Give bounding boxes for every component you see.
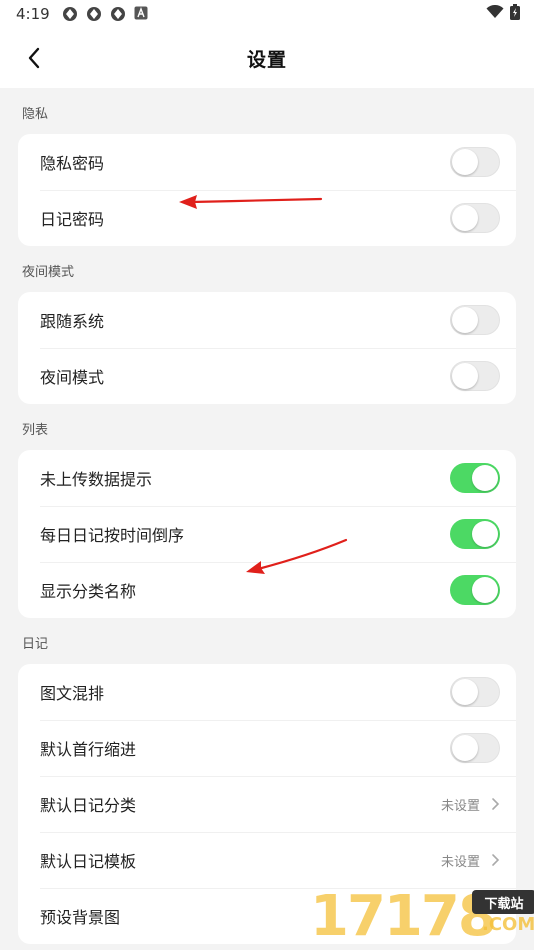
annotation-arrow-2 — [246, 538, 348, 574]
row-follow-system: 跟随系统 — [18, 292, 516, 348]
row-label: 夜间模式 — [40, 368, 105, 387]
toggle-show-category-name[interactable] — [450, 575, 500, 605]
row-default-category[interactable]: 默认日记分类 未设置 — [18, 776, 516, 832]
section-label-night: 夜间模式 — [22, 265, 75, 280]
toggle-knob — [452, 735, 478, 761]
back-button[interactable] — [22, 46, 46, 70]
settings-content: 隐私 隐私密码 日记密码 夜间模式 跟随系统 夜间模式 列表 未上传数据提示 每… — [0, 88, 534, 944]
row-label: 显示分类名称 — [40, 582, 137, 601]
row-label: 默认日记模板 — [40, 852, 137, 871]
app-icon-1 — [62, 6, 78, 22]
row-unuploaded-hint: 未上传数据提示 — [18, 450, 516, 506]
section-label-list: 列表 — [22, 423, 49, 438]
watermark-text: 17178 — [310, 884, 497, 949]
row-label: 隐私密码 — [40, 154, 105, 173]
status-right — [486, 4, 520, 24]
row-value: 未设置 — [440, 854, 480, 870]
row-label: 跟随系统 — [40, 312, 105, 331]
toggle-knob — [452, 307, 478, 333]
card-list: 未上传数据提示 每日日记按时间倒序 显示分类名称 — [18, 450, 516, 618]
watermark-domain: .COM — [482, 914, 534, 935]
section-label-privacy: 隐私 — [22, 107, 49, 122]
toggle-knob — [472, 577, 498, 603]
toggle-night-mode[interactable] — [450, 361, 500, 391]
toggle-mixed-layout[interactable] — [450, 677, 500, 707]
annotation-arrow-1 — [179, 195, 323, 209]
toggle-first-line-indent[interactable] — [450, 733, 500, 763]
card-night: 跟随系统 夜间模式 — [18, 292, 516, 404]
status-bar: 4:19 — [0, 0, 534, 28]
toggle-knob — [452, 205, 478, 231]
row-label: 图文混排 — [40, 684, 105, 703]
toggle-follow-system[interactable] — [450, 305, 500, 335]
toggle-knob — [452, 149, 478, 175]
a-notification-icon — [134, 6, 150, 22]
app-icon-2 — [86, 6, 102, 22]
row-default-template[interactable]: 默认日记模板 未设置 — [18, 832, 516, 888]
toggle-privacy-password[interactable] — [450, 147, 500, 177]
chevron-left-icon — [28, 47, 40, 69]
battery-icon — [510, 4, 520, 24]
watermark-badge: 下载站 — [472, 890, 534, 914]
toggle-knob — [472, 465, 498, 491]
section-label-diary: 日记 — [22, 637, 49, 652]
toggle-diary-password[interactable] — [450, 203, 500, 233]
chevron-right-icon — [490, 797, 500, 811]
row-label: 未上传数据提示 — [40, 470, 153, 489]
app-icon-3 — [110, 6, 126, 22]
row-night-mode: 夜间模式 — [18, 348, 516, 404]
chevron-right-icon — [490, 853, 500, 867]
app-header: 设置 — [0, 28, 534, 88]
toggle-knob — [472, 521, 498, 547]
row-first-line-indent: 默认首行缩进 — [18, 720, 516, 776]
wifi-icon — [486, 4, 504, 23]
toggle-unuploaded-hint[interactable] — [450, 463, 500, 493]
row-label: 默认日记分类 — [40, 796, 137, 815]
toggle-knob — [452, 363, 478, 389]
toggle-knob — [452, 679, 478, 705]
row-label: 默认首行缩进 — [40, 740, 137, 759]
toggle-reverse-order[interactable] — [450, 519, 500, 549]
watermark-logo: 17178 下载站 .COM — [310, 884, 534, 950]
row-privacy-password: 隐私密码 — [18, 134, 516, 190]
status-time: 4:19 — [16, 5, 50, 23]
row-value: 未设置 — [440, 798, 480, 814]
row-mixed-layout: 图文混排 — [18, 664, 516, 720]
page-title: 设置 — [246, 48, 287, 71]
